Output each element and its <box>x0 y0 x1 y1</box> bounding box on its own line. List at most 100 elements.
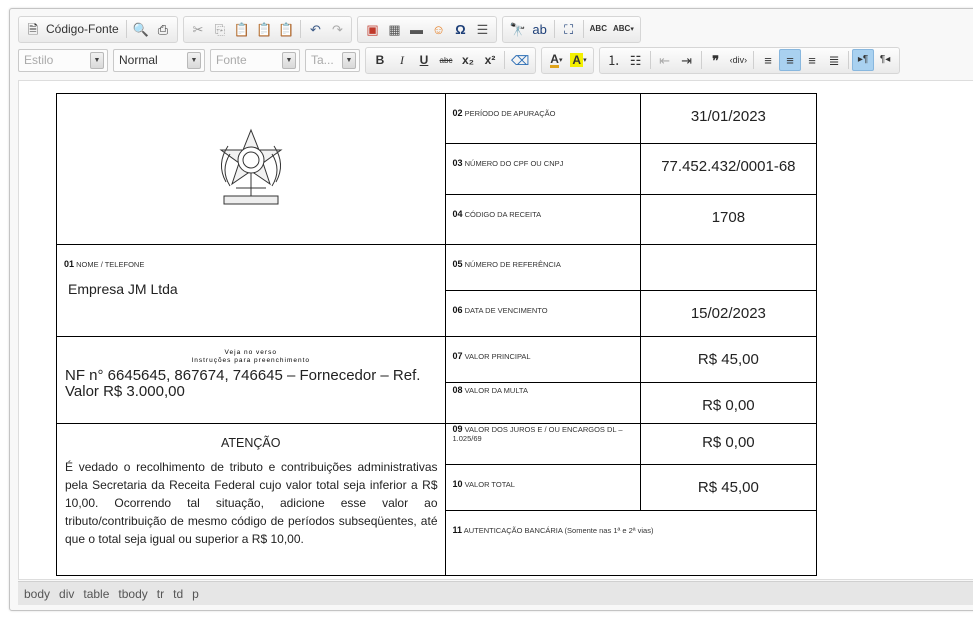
coat-of-arms-image <box>57 94 445 244</box>
ltr-direction-icon[interactable]: ▸¶ <box>852 49 875 71</box>
path-td[interactable]: td <box>173 587 183 601</box>
page-break-icon[interactable]: ☰ <box>471 18 493 40</box>
align-justify-icon[interactable]: ≣ <box>823 49 845 71</box>
path-tr[interactable]: tr <box>157 587 164 601</box>
separator <box>753 51 755 69</box>
paste-icon[interactable]: 📋 <box>231 18 253 40</box>
superscript-label: x² <box>484 53 496 67</box>
format-select[interactable]: Normal ▼ <box>113 48 205 72</box>
background-color-button[interactable]: A ▾ <box>567 49 589 71</box>
align-right-icon[interactable]: ≡ <box>801 49 823 71</box>
remove-format-icon[interactable]: ⌫ <box>508 49 532 71</box>
field-num: 10 <box>452 479 463 489</box>
clipboard-group: ✂ ⎘ 📋 📋 📋 ↶ ↷ <box>182 15 353 43</box>
image-icon[interactable]: ▣ <box>361 18 383 40</box>
paste-word-icon[interactable]: 📋 <box>275 18 297 40</box>
preview-icon[interactable]: 🔍 <box>130 18 152 40</box>
coat-of-arms-icon <box>219 128 283 205</box>
field-11-cell: 11 AUTENTICAÇÃO BANCÁRIA (Somente nas 1ª… <box>444 510 817 576</box>
underline-label: U <box>419 53 429 67</box>
copy-icon[interactable]: ⎘ <box>209 18 231 40</box>
field-value: 1708 <box>711 208 746 226</box>
separator <box>300 20 302 38</box>
path-table[interactable]: table <box>83 587 109 601</box>
subscript-button[interactable]: x₂ <box>457 49 479 71</box>
editor-content[interactable]: 02 PERÍODO DE APURAÇÃO 31/01/2023 03 NÚM… <box>18 80 973 580</box>
attention-title: ATENÇÃO <box>221 436 281 450</box>
chevron-down-icon: ▼ <box>282 51 296 69</box>
path-tbody[interactable]: tbody <box>118 587 147 601</box>
replace-icon[interactable]: ab <box>529 18 551 40</box>
separator <box>700 51 702 69</box>
paragraph-group: ⒈ ☷ ⇤ ⇥ ❞ ‹div› ≡ ≡ ≡ ≣ ▸¶ ¶◂ <box>598 46 901 74</box>
separator <box>125 20 127 38</box>
underline-button[interactable]: U <box>413 49 435 71</box>
separator <box>553 20 555 38</box>
outdent-icon[interactable]: ⇤ <box>654 49 676 71</box>
bold-button[interactable]: B <box>369 49 391 71</box>
field-value: 31/01/2023 <box>690 108 766 125</box>
field-value: 77.452.432/0001-68 <box>661 158 796 176</box>
field-num: 01 <box>64 259 75 269</box>
print-icon[interactable]: ⎙ <box>152 18 174 40</box>
field-num: 11 <box>452 525 463 535</box>
field-06-label-cell: 06 DATA DE VENCIMENTO <box>444 290 641 337</box>
size-select[interactable]: Ta... ▼ <box>305 48 360 72</box>
strike-button[interactable]: abc <box>435 49 457 71</box>
format-select-label: Normal <box>119 53 158 67</box>
special-char-icon[interactable]: Ω <box>449 18 471 40</box>
attention-text: É vedado o recolhimento de tributo e con… <box>65 460 438 546</box>
name-cell: 01 NOME / TELEFONE Empresa JM Ltda <box>56 244 446 337</box>
rich-text-editor: 🗎 Código-Fonte 🔍 ⎙ ✂ ⎘ 📋 📋 📋 ↶ ↷ ▣ ▦ ▬ ☺… <box>9 8 973 611</box>
field-label: CÓDIGO DA RECEITA <box>464 209 542 219</box>
rtl-direction-icon[interactable]: ¶◂ <box>874 49 896 71</box>
align-center-icon[interactable]: ≡ <box>779 49 802 71</box>
blockquote-icon[interactable]: ❞ <box>705 49 727 71</box>
field-label: PERÍODO DE APURAÇÃO <box>464 109 556 118</box>
field-label: VALOR DOS JUROS E / OU ENCARGOS DL – 1.0… <box>452 425 623 443</box>
chevron-down-icon: ▼ <box>342 51 356 69</box>
style-select[interactable]: Estilo ▼ <box>18 48 108 72</box>
indent-icon[interactable]: ⇥ <box>676 49 698 71</box>
path-p[interactable]: p <box>192 587 199 601</box>
separator <box>582 20 584 38</box>
field-10-value-cell: R$ 45,00 <box>639 464 818 511</box>
instructions-text: Veja no verso Instruções para preenchime… <box>191 349 311 364</box>
field-label: NÚMERO DO CPF OU CNPJ <box>464 159 564 169</box>
separator <box>848 51 850 69</box>
spellcheck-icon[interactable]: ABC <box>587 18 610 40</box>
source-button[interactable]: Código-Fonte <box>44 22 123 36</box>
cut-icon[interactable]: ✂ <box>187 18 209 40</box>
separator <box>504 51 505 69</box>
find-icon[interactable]: 🔭 <box>506 18 528 40</box>
field-label: NOME / TELEFONE <box>76 260 145 269</box>
text-color-button[interactable]: A ▾ <box>545 49 567 71</box>
spellcheck-as-you-type-icon[interactable]: ABC ▾ <box>610 18 637 40</box>
path-div[interactable]: div <box>59 587 74 601</box>
field-label: AUTENTICAÇÃO BANCÁRIA (Somente nas 1ª e … <box>463 526 654 535</box>
italic-button[interactable]: I <box>391 49 413 71</box>
numbered-list-icon[interactable]: ⒈ <box>603 49 625 71</box>
bulleted-list-icon[interactable]: ☷ <box>625 49 647 71</box>
paste-text-icon[interactable]: 📋 <box>253 18 275 40</box>
field-value: R$ 45,00 <box>697 351 759 368</box>
field-08-label-cell: 08 VALOR DA MULTA <box>444 382 641 424</box>
align-left-icon[interactable]: ≡ <box>757 49 779 71</box>
smiley-icon[interactable]: ☺ <box>427 18 449 40</box>
field-09-label-cell: 09 VALOR DOS JUROS E / OU ENCARGOS DL – … <box>444 423 641 465</box>
superscript-button[interactable]: x² <box>479 49 501 71</box>
table-icon[interactable]: ▦ <box>383 18 405 40</box>
select-all-icon[interactable]: ⛶ <box>558 18 580 40</box>
create-div-icon[interactable]: ‹div› <box>727 49 751 71</box>
path-body[interactable]: body <box>24 587 50 601</box>
undo-icon[interactable]: ↶ <box>304 18 326 40</box>
source-icon[interactable]: 🗎 <box>22 18 44 40</box>
font-select[interactable]: Fonte ▼ <box>210 48 300 72</box>
horizontal-line-icon[interactable]: ▬ <box>405 18 427 40</box>
field-09-value-cell: R$ 0,00 <box>639 423 818 465</box>
redo-icon[interactable]: ↷ <box>326 18 348 40</box>
field-07-label-cell: 07 VALOR PRINCIPAL <box>444 336 641 383</box>
field-value: 15/02/2023 <box>690 305 766 322</box>
field-03-value-cell: 77.452.432/0001-68 <box>639 143 818 195</box>
field-value <box>641 245 816 259</box>
